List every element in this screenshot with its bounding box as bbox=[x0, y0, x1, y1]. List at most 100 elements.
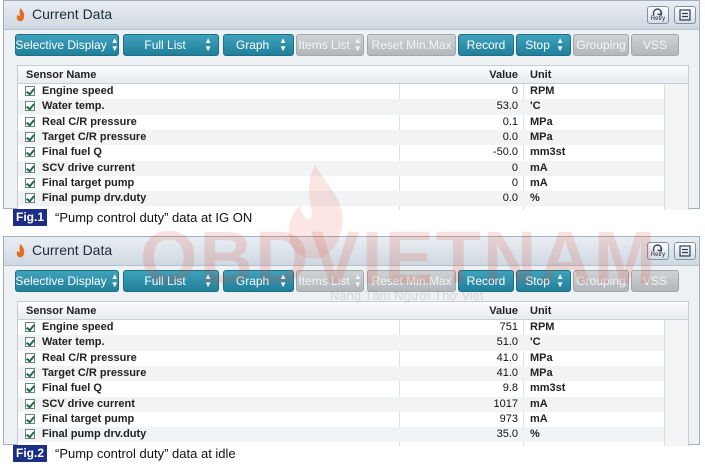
column-header-sensor-name[interactable]: Sensor Name bbox=[26, 305, 96, 317]
menu-button[interactable] bbox=[674, 242, 696, 260]
full-list-dropdown[interactable]: Full List ▲ ▼ bbox=[123, 34, 219, 56]
row-checkbox[interactable] bbox=[25, 116, 35, 127]
record-label: Record bbox=[466, 38, 506, 52]
sensor-unit: mm3st bbox=[530, 382, 566, 395]
row-checkbox[interactable] bbox=[25, 322, 35, 332]
sensor-unit: MPa bbox=[530, 115, 553, 128]
table-row[interactable]: SCV drive current 0 mA bbox=[18, 160, 664, 176]
record-button[interactable]: Record bbox=[458, 270, 514, 292]
table-row[interactable]: Real C/R pressure 0.1 MPa bbox=[18, 115, 664, 130]
reset-min-max-button[interactable]: Reset Min.Max bbox=[367, 34, 456, 56]
vss-label: VSS bbox=[642, 38, 667, 52]
sensor-unit: mA bbox=[530, 176, 548, 189]
figure-badge: Fig.1 bbox=[13, 209, 48, 226]
sensor-value: 0 bbox=[511, 161, 518, 174]
table-row[interactable]: Engine speed 751 RPM bbox=[18, 320, 664, 335]
row-checkbox[interactable] bbox=[25, 131, 35, 142]
table-row[interactable]: Water temp. 53.0 'C bbox=[18, 99, 664, 115]
retry-button[interactable]: Retry bbox=[647, 242, 669, 260]
updown-arrow-icon: ▲ ▼ bbox=[110, 36, 119, 53]
table-row[interactable]: Target C/R pressure 0.0 MPa bbox=[18, 129, 664, 146]
row-checkbox[interactable] bbox=[25, 367, 35, 378]
table-row[interactable]: Final target pump 973 mA bbox=[18, 412, 664, 427]
graph-dropdown[interactable]: Graph ▲ ▼ bbox=[223, 270, 294, 292]
column-header-value[interactable]: Value bbox=[400, 69, 518, 81]
table-row[interactable]: Engine speed 0 RPM bbox=[18, 84, 664, 99]
items-list-label: Items List bbox=[298, 274, 350, 288]
table-row[interactable]: Final target pump 0 mA bbox=[18, 176, 664, 191]
column-header-value[interactable]: Value bbox=[400, 305, 518, 317]
updown-arrow-icon: ▲ ▼ bbox=[110, 272, 119, 289]
vss-button[interactable]: VSS bbox=[631, 34, 679, 56]
row-checkbox[interactable] bbox=[25, 429, 35, 440]
table-scrollbar[interactable] bbox=[664, 66, 688, 210]
row-checkbox[interactable] bbox=[25, 383, 35, 394]
current-data-panel-2: Current Data Retry Selective Display ▲ ▼ F… bbox=[0, 236, 705, 468]
sensor-value: 35.0 bbox=[496, 428, 518, 441]
items-list-dropdown[interactable]: Items List ▲ ▼ bbox=[296, 270, 364, 292]
sensor-name: SCV drive current bbox=[42, 161, 135, 174]
menu-button[interactable] bbox=[674, 6, 696, 24]
row-checkbox[interactable] bbox=[25, 413, 35, 424]
table-row[interactable]: Final fuel Q 9.8 mm3st bbox=[18, 381, 664, 396]
full-list-dropdown[interactable]: Full List ▲ ▼ bbox=[123, 270, 219, 292]
stop-label: Stop bbox=[525, 38, 550, 52]
row-checkbox[interactable] bbox=[25, 398, 35, 409]
sensor-name: Water temp. bbox=[42, 336, 105, 349]
updown-arrow-icon: ▲ ▼ bbox=[353, 272, 362, 289]
title-bar: Current Data Retry bbox=[4, 237, 699, 266]
sensor-value: 51.0 bbox=[496, 336, 518, 349]
sensor-unit: MPa bbox=[530, 130, 553, 143]
window-frame: Current Data Retry Selective Display ▲ ▼ F… bbox=[3, 0, 700, 210]
vss-button[interactable]: VSS bbox=[631, 270, 679, 292]
fire-icon bbox=[16, 244, 25, 258]
items-list-label: Items List bbox=[298, 38, 350, 52]
row-checkbox[interactable] bbox=[25, 147, 35, 158]
selective-display-dropdown[interactable]: Selective Display ▲ ▼ bbox=[15, 34, 119, 56]
sensor-value: 0 bbox=[511, 85, 518, 97]
row-checkbox[interactable] bbox=[25, 162, 35, 173]
table-row[interactable]: Real C/R pressure 41.0 MPa bbox=[18, 351, 664, 366]
table-row[interactable]: Final pump drv.duty 0.0 % bbox=[18, 191, 664, 207]
sensor-name: Final target pump bbox=[42, 176, 135, 189]
sensor-unit: mA bbox=[530, 412, 548, 425]
record-button[interactable]: Record bbox=[458, 34, 514, 56]
sensor-name: Final fuel Q bbox=[42, 382, 102, 395]
stop-dropdown[interactable]: Stop ▲ ▼ bbox=[516, 270, 571, 292]
column-header-sensor-name[interactable]: Sensor Name bbox=[26, 69, 96, 81]
row-checkbox[interactable] bbox=[25, 337, 35, 348]
row-checkbox[interactable] bbox=[25, 101, 35, 112]
retry-button[interactable]: Retry bbox=[647, 6, 669, 24]
sensor-unit: mm3st bbox=[530, 146, 566, 159]
table-row[interactable]: Final pump drv.duty 35.0 % bbox=[18, 427, 664, 443]
items-list-dropdown[interactable]: Items List ▲ ▼ bbox=[296, 34, 364, 56]
sensor-value: 0.1 bbox=[502, 115, 518, 128]
sensor-value: 0.0 bbox=[502, 130, 518, 143]
reset-min-max-button[interactable]: Reset Min.Max bbox=[367, 270, 456, 292]
column-header-unit[interactable]: Unit bbox=[530, 69, 551, 81]
updown-arrow-icon: ▲ ▼ bbox=[353, 36, 362, 53]
selective-display-dropdown[interactable]: Selective Display ▲ ▼ bbox=[15, 270, 119, 292]
table-scrollbar[interactable] bbox=[664, 302, 688, 446]
list-menu-icon bbox=[679, 9, 691, 21]
selective-display-label: Selective Display bbox=[15, 274, 107, 288]
grouping-button[interactable]: Grouping bbox=[573, 34, 629, 56]
sensor-value: 9.8 bbox=[502, 382, 518, 395]
sensor-unit: % bbox=[530, 428, 540, 441]
table-row[interactable]: Final fuel Q -50.0 mm3st bbox=[18, 145, 664, 160]
title-bar: Current Data Retry bbox=[4, 1, 699, 30]
column-header-unit[interactable]: Unit bbox=[530, 305, 551, 317]
table-row[interactable]: SCV drive current 1017 mA bbox=[18, 396, 664, 412]
selective-display-label: Selective Display bbox=[15, 38, 107, 52]
row-checkbox[interactable] bbox=[25, 193, 35, 204]
grouping-button[interactable]: Grouping bbox=[573, 270, 629, 292]
table-row[interactable]: Water temp. 51.0 'C bbox=[18, 335, 664, 351]
updown-arrow-icon: ▲ ▼ bbox=[556, 272, 564, 289]
graph-dropdown[interactable]: Graph ▲ ▼ bbox=[223, 34, 294, 56]
row-checkbox[interactable] bbox=[25, 86, 35, 96]
row-checkbox[interactable] bbox=[25, 177, 35, 188]
stop-dropdown[interactable]: Stop ▲ ▼ bbox=[516, 34, 571, 56]
table-row[interactable]: Target C/R pressure 41.0 MPa bbox=[18, 365, 664, 382]
row-checkbox[interactable] bbox=[25, 352, 35, 363]
table-header: Sensor Name Value Unit bbox=[18, 302, 688, 320]
